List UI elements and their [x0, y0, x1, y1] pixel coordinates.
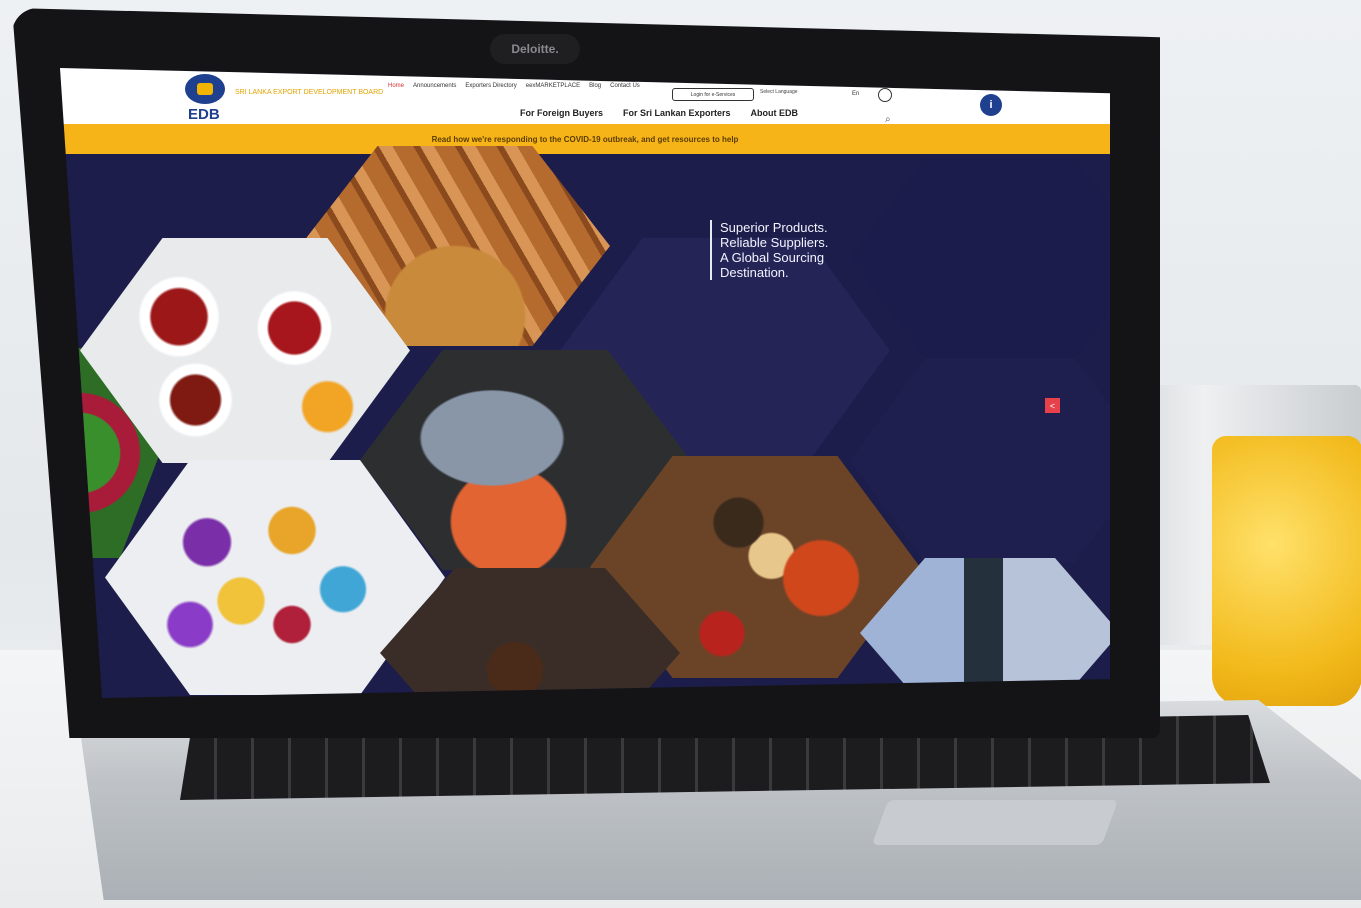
- photo-scene: Deloitte. EDB SRI LANKA EXPORT DEVELOPME…: [0, 0, 1361, 908]
- tagline-line: Destination.: [720, 265, 789, 280]
- nav-about-edb[interactable]: About EDB: [751, 108, 799, 118]
- language-code[interactable]: En: [852, 91, 859, 97]
- top-link-home[interactable]: Home: [388, 83, 404, 89]
- accessibility-icon[interactable]: [878, 88, 892, 102]
- logo-text[interactable]: EDB: [188, 106, 220, 123]
- laptop-screen: EDB SRI LANKA EXPORT DEVELOPMENT BOARD H…: [60, 68, 1110, 698]
- hex-dark-tile: [850, 158, 1110, 358]
- share-icon[interactable]: <: [1045, 398, 1060, 413]
- camera-label: Deloitte.: [490, 34, 580, 64]
- tagline-line: A Global Sourcing: [720, 250, 825, 265]
- laptop-trackpad: [871, 800, 1119, 845]
- nav-sri-lankan-exporters[interactable]: For Sri Lankan Exporters: [623, 108, 731, 118]
- main-nav: For Foreign Buyers For Sri Lankan Export…: [520, 108, 798, 118]
- hero-tagline: Superior Products. Reliable Suppliers. A…: [710, 220, 828, 280]
- top-link-announcements[interactable]: Announcements: [413, 83, 456, 89]
- tagline-line: Reliable Suppliers.: [720, 235, 829, 250]
- lion-emblem-icon: [197, 83, 213, 95]
- edb-logo-emblem[interactable]: [185, 74, 225, 104]
- login-eservices-button[interactable]: Login for e-Services: [672, 88, 754, 101]
- org-name: SRI LANKA EXPORT DEVELOPMENT BOARD: [235, 89, 384, 96]
- covid-banner[interactable]: Read how we're responding to the COVID-1…: [60, 124, 1110, 154]
- tagline-line: Superior Products.: [720, 220, 828, 235]
- nav-foreign-buyers[interactable]: For Foreign Buyers: [520, 108, 603, 118]
- info-icon[interactable]: i: [980, 94, 1002, 116]
- top-link-marketplace[interactable]: eexMARKETPLACE: [526, 83, 580, 89]
- top-link-blog[interactable]: Blog: [589, 83, 601, 89]
- top-link-exporters-directory[interactable]: Exporters Directory: [465, 83, 516, 89]
- top-links: Home Announcements Exporters Directory e…: [388, 83, 640, 89]
- yellow-cup: [1212, 436, 1361, 706]
- top-link-contact[interactable]: Contact Us: [610, 83, 640, 89]
- language-select[interactable]: Select Language: [760, 89, 798, 95]
